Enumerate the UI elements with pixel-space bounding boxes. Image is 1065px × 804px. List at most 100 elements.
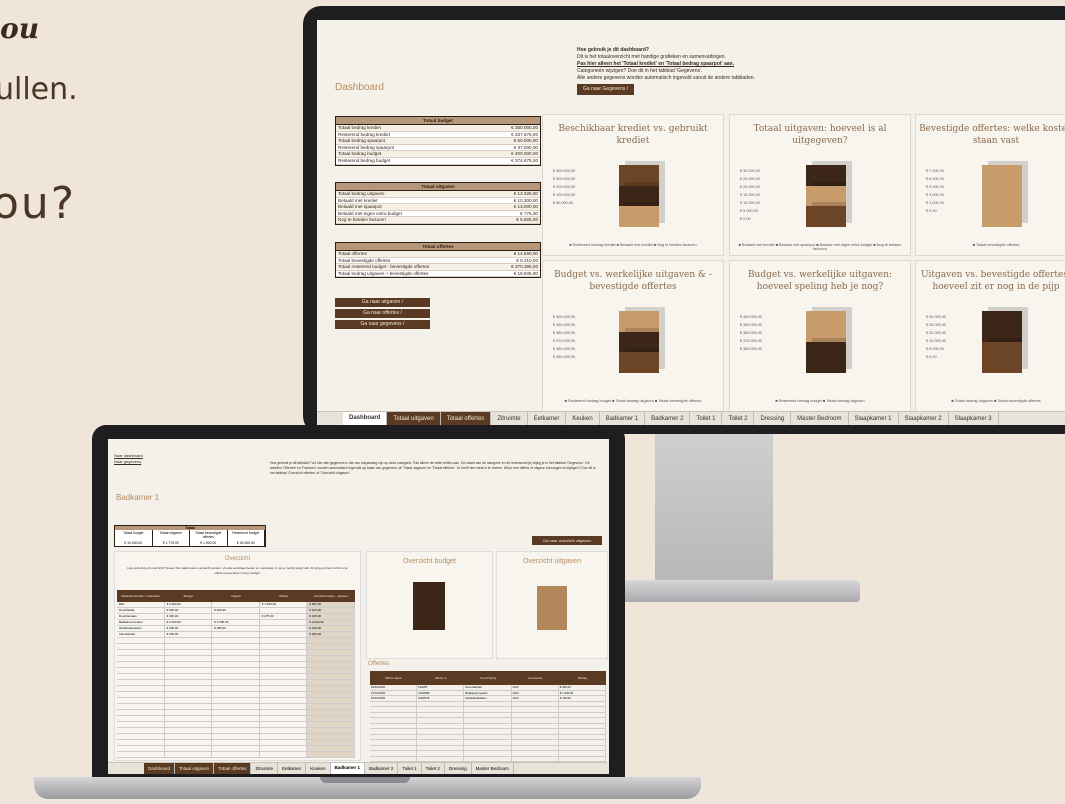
table-cell[interactable] xyxy=(512,701,559,706)
table-cell[interactable] xyxy=(307,656,355,661)
table-cell[interactable] xyxy=(212,680,260,685)
table-cell[interactable] xyxy=(464,707,512,712)
table-cell[interactable] xyxy=(559,756,607,761)
table-cell[interactable] xyxy=(260,650,308,655)
table-cell[interactable]: Douchekraan xyxy=(117,614,165,619)
table-cell[interactable] xyxy=(117,674,165,679)
tab-slaapkamer-3[interactable]: Slaapkamer 3 xyxy=(949,412,999,425)
table-cell[interactable] xyxy=(212,698,260,703)
table-cell[interactable] xyxy=(417,734,465,739)
table-cell[interactable] xyxy=(260,752,308,757)
table-cell[interactable] xyxy=(417,712,465,717)
table-cell[interactable] xyxy=(165,752,213,757)
tab-dashboard[interactable]: Dashboard xyxy=(343,412,388,425)
tab-toilet-1[interactable]: Toilet 1 xyxy=(398,763,422,774)
table-cell[interactable] xyxy=(212,704,260,709)
table-cell[interactable] xyxy=(559,734,607,739)
table-cell[interactable] xyxy=(417,707,465,712)
table-cell[interactable] xyxy=(417,751,465,756)
table-cell[interactable] xyxy=(260,734,308,739)
table-cell[interactable] xyxy=(212,722,260,727)
table-cell[interactable] xyxy=(417,740,465,745)
table-cell[interactable]: € 125,00 xyxy=(307,614,355,619)
table-cell[interactable] xyxy=(117,656,165,661)
table-cell[interactable] xyxy=(370,718,418,723)
tab-totaal-offertes[interactable]: Totaal offertes xyxy=(440,412,492,425)
table-cell[interactable] xyxy=(370,745,418,750)
table-cell[interactable] xyxy=(212,710,260,715)
tab-badkamer-1[interactable]: Badkamer 1 xyxy=(330,763,366,774)
table-cell[interactable]: € 1.500,00 xyxy=(260,602,308,607)
table-cell[interactable]: € 275,00 xyxy=(260,614,308,619)
table-cell[interactable] xyxy=(307,698,355,703)
table-cell[interactable] xyxy=(165,692,213,697)
table-cell[interactable] xyxy=(260,680,308,685)
table-cell[interactable] xyxy=(260,644,308,649)
tab-toilet-2[interactable]: Toilet 2 xyxy=(422,763,445,774)
table-cell[interactable] xyxy=(307,722,355,727)
table-cell[interactable]: € 400,00 xyxy=(212,608,260,613)
tab-toilet-1[interactable]: Toilet 1 xyxy=(690,412,723,425)
table-cell[interactable] xyxy=(165,650,213,655)
tab-badkamer-2[interactable]: Badkamer 2 xyxy=(365,763,399,774)
table-cell[interactable] xyxy=(307,644,355,649)
table-cell[interactable] xyxy=(212,644,260,649)
table-cell[interactable] xyxy=(417,701,465,706)
tab-master-bedroom[interactable]: Master Bedroom xyxy=(472,763,514,774)
table-cell[interactable]: Douchebak xyxy=(117,608,165,613)
table-cell[interactable] xyxy=(307,752,355,757)
table-cell[interactable] xyxy=(117,698,165,703)
table-cell[interactable] xyxy=(464,740,512,745)
table-cell[interactable] xyxy=(260,638,308,643)
table-cell[interactable]: F202078 xyxy=(417,696,465,701)
table-cell[interactable]: Handdoekrekken xyxy=(464,696,512,701)
table-cell[interactable]: € 300,00 xyxy=(559,685,607,690)
table-cell[interactable] xyxy=(370,707,418,712)
tab-slaapkamer-2[interactable]: Slaapkamer 2 xyxy=(899,412,949,425)
goto-gegevens-button[interactable]: Ga naar Gegevens / xyxy=(577,84,635,95)
table-cell[interactable]: Inbouwtoilet xyxy=(117,632,165,637)
table-cell[interactable] xyxy=(165,686,213,691)
table-cell[interactable]: ACR xyxy=(512,685,559,690)
table-cell[interactable] xyxy=(212,614,260,619)
table-cell[interactable] xyxy=(212,632,260,637)
table-cell[interactable] xyxy=(417,729,465,734)
table-cell[interactable]: € 100,00 xyxy=(559,696,607,701)
table-cell[interactable] xyxy=(559,723,607,728)
table-cell[interactable] xyxy=(260,698,308,703)
table-cell[interactable]: Badkamermeubel xyxy=(464,690,512,695)
table-cell[interactable] xyxy=(417,745,465,750)
table-cell[interactable] xyxy=(512,745,559,750)
tab-zitruimte[interactable]: Zitruimte xyxy=(251,763,278,774)
table-cell[interactable] xyxy=(165,674,213,679)
table-cell[interactable] xyxy=(307,686,355,691)
table-cell[interactable] xyxy=(307,740,355,745)
table-cell[interactable] xyxy=(117,704,165,709)
table-cell[interactable]: ACR xyxy=(512,690,559,695)
table-cell[interactable] xyxy=(559,712,607,717)
table-cell[interactable] xyxy=(260,716,308,721)
table-cell[interactable] xyxy=(307,692,355,697)
table-cell[interactable] xyxy=(212,734,260,739)
table-cell[interactable] xyxy=(512,707,559,712)
table-cell[interactable] xyxy=(260,620,308,625)
tab-keuken[interactable]: Keuken xyxy=(306,763,331,774)
table-cell[interactable] xyxy=(559,718,607,723)
table-cell[interactable] xyxy=(512,734,559,739)
table-cell[interactable]: ACR xyxy=(512,696,559,701)
table-cell[interactable] xyxy=(370,712,418,717)
table-cell[interactable] xyxy=(212,602,260,607)
table-cell[interactable] xyxy=(512,712,559,717)
tab-badkamer-2[interactable]: Badkamer 2 xyxy=(645,412,691,425)
table-cell[interactable] xyxy=(117,752,165,757)
tab-totaal-offertes[interactable]: Totaal offertes xyxy=(214,763,252,774)
table-cell[interactable] xyxy=(117,722,165,727)
table-cell[interactable] xyxy=(260,740,308,745)
table-cell[interactable] xyxy=(260,626,308,631)
table-cell[interactable] xyxy=(117,680,165,685)
table-cell[interactable] xyxy=(307,704,355,709)
goto-overzicht-uitgaven-button[interactable]: Ga naar overzicht uitgaven xyxy=(532,536,602,545)
table-cell[interactable] xyxy=(307,746,355,751)
table-cell[interactable]: € 2.000,00 xyxy=(165,620,213,625)
tab-zitruimte[interactable]: Zitruimte xyxy=(491,412,528,425)
